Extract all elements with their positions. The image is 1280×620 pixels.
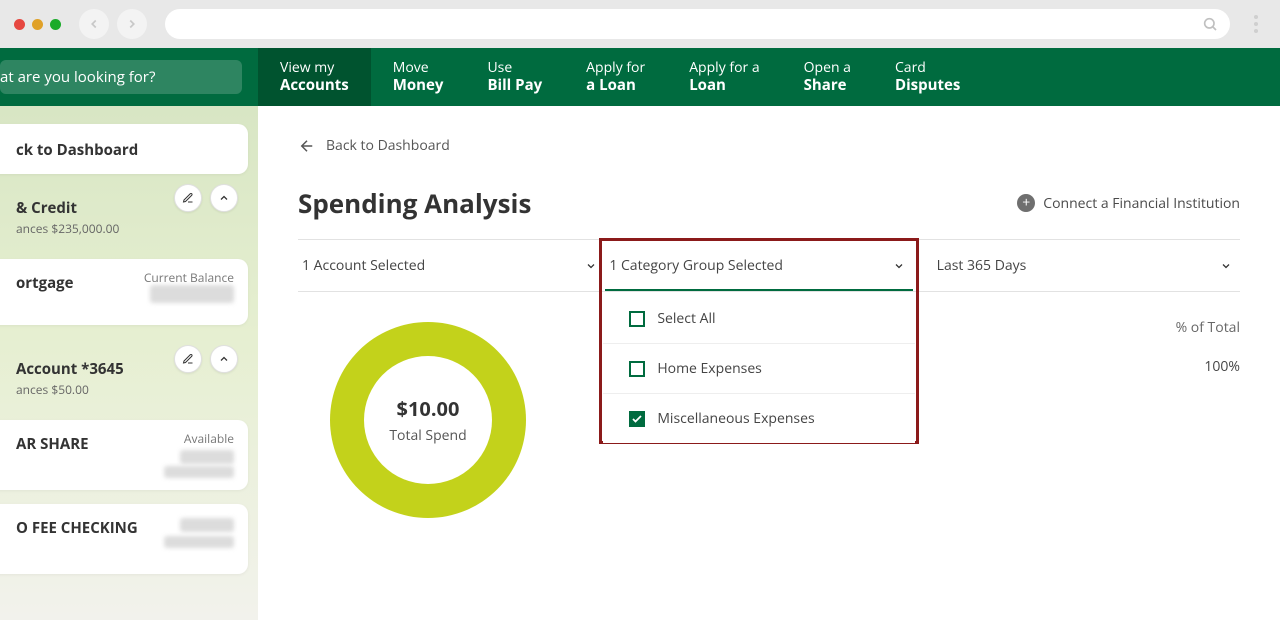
primary-nav: at are you looking for? View my Accounts… <box>0 48 1280 106</box>
filter-category[interactable]: 1 Category Group Selected Select All Hom… <box>605 240 912 291</box>
nav-apply-loan-1[interactable]: Apply for a Loan <box>564 48 667 106</box>
dropdown-home-expenses[interactable]: Home Expenses <box>603 344 914 394</box>
checkbox-unchecked-icon <box>629 361 645 377</box>
active-underline <box>605 289 912 291</box>
minimize-window-icon[interactable] <box>32 19 43 30</box>
sidebar-back-card[interactable]: ck to Dashboard <box>0 124 248 174</box>
nav-billpay[interactable]: Use Bill Pay <box>465 48 564 106</box>
checkbox-checked-icon <box>629 411 645 427</box>
nav-apply-loan-2[interactable]: Apply for a Loan <box>667 48 781 106</box>
spending-donut-chart: $10.00 Total Spend <box>330 322 526 518</box>
sidebar-account-mortgage[interactable]: ortgage Current Balance <box>0 259 248 325</box>
donut-label: Total Spend <box>389 426 466 445</box>
chevron-down-icon <box>1220 260 1232 272</box>
main-content: Back to Dashboard Spending Analysis + Co… <box>258 106 1280 620</box>
donut-amount: $10.00 <box>397 395 460 422</box>
nav-disputes[interactable]: Card Disputes <box>873 48 982 106</box>
sidebar-account-checking[interactable]: O FEE CHECKING <box>0 504 248 574</box>
chevron-down-icon <box>893 260 905 272</box>
col-pct: % of Total <box>1176 318 1240 337</box>
nav-accounts[interactable]: View my Accounts <box>258 48 371 106</box>
browser-forward-button[interactable] <box>117 9 147 39</box>
redacted-balance <box>164 466 234 478</box>
category-dropdown-panel: Select All Home Expenses Miscellaneous E… <box>603 294 914 443</box>
edit-icon[interactable] <box>174 184 202 212</box>
close-window-icon[interactable] <box>14 19 25 30</box>
filter-daterange[interactable]: Last 365 Days <box>913 240 1240 291</box>
back-to-dashboard-link[interactable]: Back to Dashboard <box>298 136 450 155</box>
chevron-up-icon[interactable] <box>210 345 238 373</box>
connect-institution-button[interactable]: + Connect a Financial Institution <box>1017 194 1240 213</box>
nav-open-share[interactable]: Open a Share <box>782 48 873 106</box>
filter-row: 1 Account Selected 1 Category Group Sele… <box>298 239 1240 292</box>
chevron-up-icon[interactable] <box>210 184 238 212</box>
filter-accounts[interactable]: 1 Account Selected <box>298 240 605 291</box>
edit-icon[interactable] <box>174 345 202 373</box>
browser-back-button[interactable] <box>79 9 109 39</box>
address-bar[interactable] <box>165 9 1230 39</box>
dropdown-misc-expenses[interactable]: Miscellaneous Expenses <box>603 394 914 443</box>
redacted-balance <box>150 285 234 303</box>
page-title: Spending Analysis <box>298 185 531 221</box>
checkbox-unchecked-icon <box>629 311 645 327</box>
redacted-balance <box>180 518 234 532</box>
accounts-sidebar: ck to Dashboard & Credit ances $235,000.… <box>0 106 258 620</box>
redacted-balance <box>180 450 234 464</box>
nav-money[interactable]: Move Money <box>371 48 466 106</box>
plus-circle-icon: + <box>1017 194 1035 212</box>
browser-menu-button[interactable] <box>1246 15 1266 33</box>
browser-chrome <box>0 0 1280 48</box>
sidebar-account-share[interactable]: AR SHARE Available <box>0 420 248 490</box>
sidebar-group-account-3645[interactable]: Account *3645 ances $50.00 <box>0 349 248 408</box>
search-placeholder: at are you looking for? <box>0 67 155 87</box>
sidebar-group-credit[interactable]: & Credit ances $235,000.00 <box>0 188 248 247</box>
maximize-window-icon[interactable] <box>50 19 61 30</box>
chevron-down-icon <box>585 260 597 272</box>
site-search-input[interactable]: at are you looking for? <box>0 60 242 94</box>
dropdown-select-all[interactable]: Select All <box>603 294 914 344</box>
search-icon <box>1202 16 1218 32</box>
redacted-balance <box>164 536 234 548</box>
window-controls <box>14 19 61 30</box>
